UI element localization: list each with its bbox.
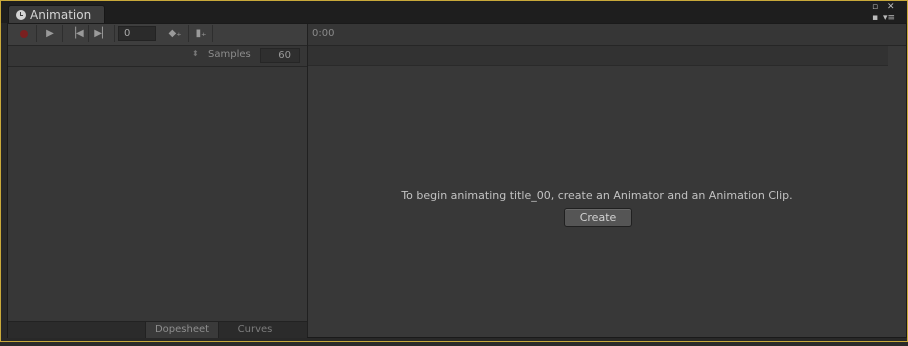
play-button[interactable]: ▶ xyxy=(38,25,63,42)
clock-icon xyxy=(16,9,26,20)
add-event-button[interactable]: ▮₊ xyxy=(190,25,213,42)
clip-selector-icon[interactable]: ⬍ xyxy=(192,49,199,58)
time-label: 0:00 xyxy=(312,28,335,39)
create-button[interactable]: Create xyxy=(564,208,632,227)
animation-window: Animation ▫ ✕ ▪ ▾≡ ▶ ▕◀ ▶▏ 0 ◆₊ ▮₊ ⬍ Sam… xyxy=(0,0,908,342)
lock-icon[interactable]: ▪ xyxy=(872,14,878,23)
previous-keyframe-button[interactable]: ▕◀ xyxy=(64,25,89,42)
frame-field[interactable]: 0 xyxy=(118,26,156,41)
timeline-header[interactable]: 0:00 xyxy=(308,24,906,46)
clip-row: ⬍ Samples 60 xyxy=(8,46,307,67)
empty-state-message: To begin animating title_00, create an A… xyxy=(401,189,793,202)
record-icon xyxy=(20,29,28,38)
tab-strip: Animation ▫ ✕ ▪ ▾≡ xyxy=(1,1,907,23)
tab-title: Animation xyxy=(30,7,92,22)
add-keyframe-button[interactable]: ◆₊ xyxy=(162,25,189,42)
previous-keyframe-icon: ▕◀ xyxy=(68,28,84,39)
view-mode-tabs: Dopesheet Curves xyxy=(8,321,307,338)
samples-field[interactable]: 60 xyxy=(260,48,300,63)
tab-curves[interactable]: Curves xyxy=(218,322,291,338)
close-icon[interactable]: ✕ xyxy=(887,3,895,12)
playback-toolbar: ▶ ▕◀ ▶▏ 0 ◆₊ ▮₊ xyxy=(8,24,307,46)
right-pane: 0:00 To begin animating title_00, create… xyxy=(308,24,906,337)
menu-icon[interactable]: ▾≡ xyxy=(883,14,895,23)
samples-label: Samples xyxy=(208,49,251,60)
tab-dopesheet[interactable]: Dopesheet xyxy=(145,322,218,338)
add-keyframe-icon: ◆₊ xyxy=(168,28,182,39)
maximize-icon[interactable]: ▫ xyxy=(872,3,878,12)
record-button[interactable] xyxy=(12,25,37,42)
property-list xyxy=(8,67,307,321)
add-event-icon: ▮₊ xyxy=(195,28,207,39)
play-icon: ▶ xyxy=(46,28,54,39)
tab-animation[interactable]: Animation xyxy=(8,5,105,23)
next-keyframe-icon: ▶▏ xyxy=(94,28,110,39)
next-keyframe-button[interactable]: ▶▏ xyxy=(90,25,115,42)
left-pane: ▶ ▕◀ ▶▏ 0 ◆₊ ▮₊ ⬍ Samples 60 Dopesheet C… xyxy=(8,24,308,338)
event-ruler[interactable] xyxy=(308,46,888,66)
animation-panel: ▶ ▕◀ ▶▏ 0 ◆₊ ▮₊ ⬍ Samples 60 Dopesheet C… xyxy=(7,23,907,338)
